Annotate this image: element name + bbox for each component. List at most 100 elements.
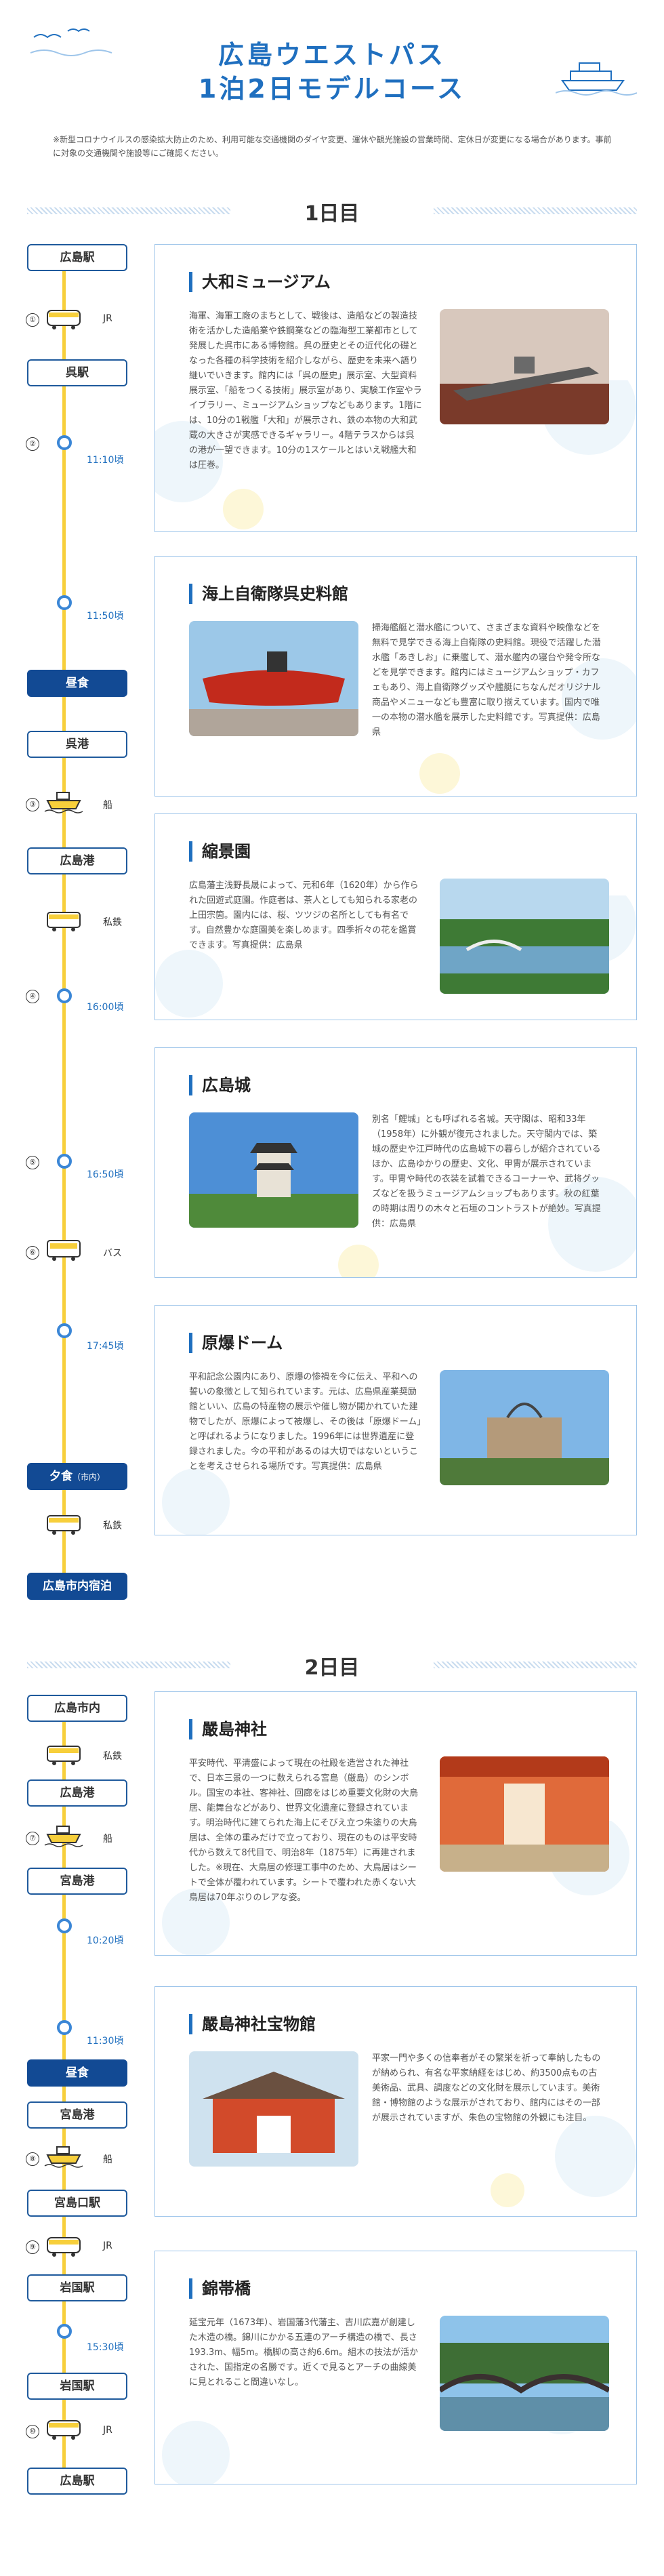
kintaikyo-photo xyxy=(440,2316,609,2431)
station-miyajimaguchi: 宮島口駅 xyxy=(27,2190,127,2217)
arrival-time: 16:00頃 xyxy=(87,1002,124,1013)
day2-label: 2日目 xyxy=(304,1656,360,1680)
hatch-divider xyxy=(434,207,637,214)
mode-label: JR xyxy=(103,2425,112,2436)
spot-card-kintaikyo: 錦帯橋 延宝元年（1673年）、岩国藩3代藩主、吉川広嘉が創建した木造の橋。錦川… xyxy=(154,2251,637,2484)
spot-description: 別名「鯉城」とも呼ばれる名城。天守閣は、昭和33年（1958年）に外観が復元され… xyxy=(372,1114,601,1229)
spot-description: 平安時代、平清盛によって現在の社殿を造営された神社で、日本三景の一つに数えられる… xyxy=(189,1758,419,1903)
step-number: ① xyxy=(26,313,39,327)
spot-card-atomic-bomb-dome: 原爆ドーム 平和記念公園内にあり、原爆の惨禍を今に伝え、平和への誓いの象徴として… xyxy=(154,1305,637,1535)
spot-description: 掃海艦艇と潜水艦について、さまざまな資料や映像などを無料で見学できる海上自衛隊の… xyxy=(372,623,601,738)
timeline-dot xyxy=(57,595,72,610)
mode-label: 船 xyxy=(103,1834,112,1845)
timeline-dot xyxy=(57,988,72,1003)
day1-heading: 1日目 xyxy=(27,197,637,226)
tram-icon xyxy=(47,1746,81,1765)
spot-title: 原爆ドーム xyxy=(189,1333,283,1353)
arrival-time: 16:50頃 xyxy=(87,1169,124,1180)
step-number: ④ xyxy=(26,990,39,1003)
step-number: ⑩ xyxy=(26,2425,39,2438)
train-icon xyxy=(47,2420,81,2440)
hatch-divider xyxy=(434,1662,637,1668)
step-number: ⑥ xyxy=(26,1246,39,1260)
spot-title: 錦帯橋 xyxy=(189,2278,251,2299)
spot-card-yamato-museum: 大和ミュージアム 海軍、海軍工廠のまちとして、戦後は、造船などの製造技術を活かし… xyxy=(154,244,637,532)
departure-time: 15:30頃 xyxy=(87,2342,124,2353)
page-title-line2: 1泊2日モデルコース xyxy=(198,74,466,104)
station-miyajima-port: 宮島港 xyxy=(27,1868,127,1895)
ship-icon xyxy=(44,792,83,813)
timeline-dot xyxy=(57,1323,72,1338)
day1-label: 1日目 xyxy=(304,202,360,226)
spot-description: 延宝元年（1673年）、岩国藩3代藩主、吉川広嘉が創建した木造の橋。錦川にかかる… xyxy=(189,2318,419,2388)
timeline-dot xyxy=(57,435,72,450)
spot-card-treasure-hall: 嚴島神社宝物館 平家一門や多くの信奉者がその繁栄を祈って奉納したものが納められ、… xyxy=(154,1986,637,2217)
page-title-line1: 広島ウエストパス xyxy=(217,40,446,70)
spot-description: 平家一門や多くの信奉者がその繁栄を祈って奉納したものが納められ、有名な平家納経を… xyxy=(372,2053,601,2123)
spot-title: 大和ミュージアム xyxy=(189,272,331,292)
tram-icon xyxy=(47,912,81,931)
ship-icon xyxy=(44,2146,83,2168)
station-kure: 呉駅 xyxy=(27,359,127,386)
spot-card-shukkeien: 縮景園 広島藩主浅野長晟によって、元和6年（1620年）から作られた回遊式庭園。… xyxy=(154,813,637,1020)
shukkeien-photo xyxy=(440,879,609,994)
bus-icon xyxy=(47,1240,81,1261)
page-header: 広島ウエストパス 1泊2日モデルコース xyxy=(0,0,664,129)
station-miyajima-port: 宮島港 xyxy=(27,2101,127,2129)
meal-dinner-sub: （市内） xyxy=(72,1472,105,1482)
timeline-dot xyxy=(57,2020,72,2035)
station-iwakuni: 岩国駅 xyxy=(27,2274,127,2301)
spot-title: 海上自衛隊呉史料館 xyxy=(189,584,348,604)
station-hiroshima-port: 広島港 xyxy=(27,1779,127,1807)
jmsdf-museum-photo xyxy=(189,621,358,736)
step-number: ⑧ xyxy=(26,2152,39,2166)
hatch-divider xyxy=(27,207,230,214)
spot-title: 広島城 xyxy=(189,1075,251,1095)
yamato-museum-photo xyxy=(440,309,609,424)
spot-card-itsukushima-shrine: 嚴島神社 平安時代、平清盛によって現在の社殿を造営された神社で、日本三景の一つに… xyxy=(154,1691,637,1956)
mode-label: 私鉄 xyxy=(103,917,122,928)
timeline-dot xyxy=(57,2324,72,2339)
mode-label: 私鉄 xyxy=(103,1521,122,1531)
hiroshima-castle-photo xyxy=(189,1112,358,1228)
spot-title: 嚴島神社宝物館 xyxy=(189,2014,316,2034)
itsukushima-shrine-photo xyxy=(440,1756,609,1872)
timeline-dot xyxy=(57,1154,72,1169)
covid-notice: ※新型コロナウイルスの感染拡大防止のため、利用可能な交通機関のダイヤ変更、運休や… xyxy=(53,135,612,158)
step-number: ③ xyxy=(26,798,39,811)
arrival-time: 11:10頃 xyxy=(87,455,124,466)
station-hiroshima: 広島駅 xyxy=(27,244,127,271)
step-number: ② xyxy=(26,437,39,451)
mode-label: JR xyxy=(103,313,112,324)
station-kure-port: 呉港 xyxy=(27,731,127,758)
spot-title: 嚴島神社 xyxy=(189,1719,267,1739)
meal-lunch: 昼食 xyxy=(27,2059,127,2087)
arrival-time: 10:20頃 xyxy=(87,1935,124,1946)
spot-card-jmsdf-museum: 海上自衛隊呉史料館 掃海艦艇と潜水艦について、さまざまな資料や映像などを無料で見… xyxy=(154,556,637,797)
treasure-hall-photo xyxy=(189,2051,358,2167)
tram-icon xyxy=(47,1515,81,1535)
mode-label: 船 xyxy=(103,800,112,811)
meal-lunch: 昼食 xyxy=(27,670,127,697)
step-number: ⑦ xyxy=(26,1832,39,1845)
stay-hiroshima: 広島市内宿泊 xyxy=(27,1573,127,1600)
spot-title: 縮景園 xyxy=(189,841,251,862)
step-number: ⑨ xyxy=(26,2240,39,2254)
departure-time: 11:30頃 xyxy=(87,2036,124,2047)
timeline-dot xyxy=(57,1918,72,1933)
spot-description: 海軍、海軍工廠のまちとして、戦後は、造船などの製造技術を活かした造船業や鉄鋼業な… xyxy=(189,311,422,470)
train-icon xyxy=(47,310,81,329)
spot-description: 平和記念公園内にあり、原爆の惨禍を今に伝え、平和への誓いの象徴として知られていま… xyxy=(189,1372,421,1472)
station-hiroshima: 広島駅 xyxy=(27,2468,127,2495)
mode-label: バス xyxy=(103,1248,122,1259)
mode-label: 船 xyxy=(103,2154,112,2165)
departure-time: 11:50頃 xyxy=(87,611,124,622)
train-icon xyxy=(47,2237,81,2257)
station-hiroshima-port: 広島港 xyxy=(27,847,127,874)
spot-card-hiroshima-castle: 広島城 別名「鯉城」とも呼ばれる名城。天守閣は、昭和33年（1958年）に外観が… xyxy=(154,1047,637,1278)
step-number: ⑤ xyxy=(26,1156,39,1169)
meal-dinner-label: 夕食 xyxy=(49,1470,72,1483)
ship-icon xyxy=(44,1826,83,1847)
station-iwakuni: 岩国駅 xyxy=(27,2373,127,2400)
atomic-bomb-dome-photo xyxy=(440,1370,609,1485)
